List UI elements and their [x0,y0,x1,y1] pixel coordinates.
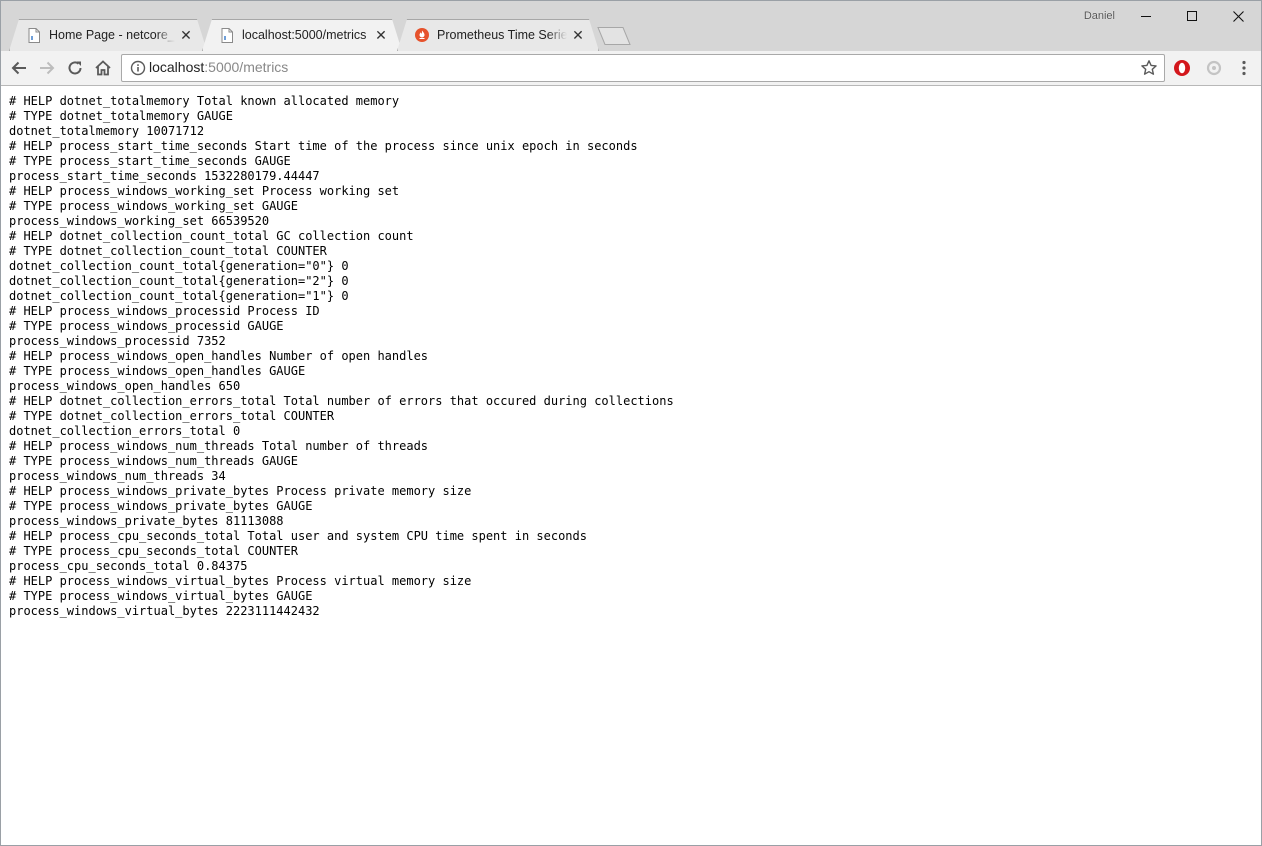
arrow-left-icon [11,61,26,75]
home-button[interactable] [91,56,115,80]
browser-window: Home Page - netcore_prometheus ✕ localho… [0,0,1262,846]
prometheus-icon [415,27,429,43]
metrics-line: process_windows_processid 7352 [9,334,226,348]
forward-button[interactable] [35,56,59,80]
metrics-line: # TYPE process_windows_private_bytes GAU… [9,499,313,513]
more-menu-icon[interactable] [1235,59,1253,77]
metrics-line: process_windows_num_threads 34 [9,469,226,483]
url-text[interactable]: localhost:5000/metrics [149,59,288,75]
close-icon [1232,10,1244,22]
browser-toolbar: localhost:5000/metrics [1,51,1261,86]
home-icon [95,60,111,76]
tab-title: Prometheus Time Series Collection and Pr… [437,28,567,42]
tab-close-icon[interactable]: ✕ [179,28,193,42]
metrics-line: # TYPE dotnet_collection_count_total COU… [9,244,327,258]
metrics-line: process_windows_virtual_bytes 2223111442… [9,604,320,618]
metrics-line: process_windows_open_handles 650 [9,379,241,393]
bookmark-star-icon[interactable] [1140,59,1158,77]
opera-extension-icon[interactable] [1173,59,1191,77]
minimize-button[interactable] [1123,1,1169,31]
metrics-line: # TYPE process_start_time_seconds GAUGE [9,154,291,168]
metrics-line: # TYPE process_cpu_seconds_total COUNTER [9,544,298,558]
metrics-line: # HELP process_windows_private_bytes Pro… [9,484,472,498]
url-path: :5000/metrics [204,59,289,75]
address-bar[interactable]: localhost:5000/metrics [121,54,1165,82]
metrics-line: # HELP process_windows_processid Process… [9,304,320,318]
back-button[interactable] [7,56,31,80]
reload-icon [68,61,82,75]
url-host: localhost [149,59,205,75]
tab-close-icon[interactable]: ✕ [571,28,585,42]
metrics-line: dotnet_totalmemory 10071712 [9,124,205,138]
arrow-right-icon [40,61,55,75]
metrics-line: process_windows_private_bytes 81113088 [9,514,284,528]
metrics-line: # HELP process_windows_working_set Proce… [9,184,400,198]
metrics-line: dotnet_collection_count_total{generation… [9,259,349,273]
tab-home-page[interactable]: Home Page - netcore_prometheus ✕ [9,19,207,51]
metrics-line: # HELP dotnet_collection_errors_total To… [9,394,674,408]
page-icon [220,27,234,43]
tab-close-icon[interactable]: ✕ [374,28,388,42]
metrics-line: # HELP process_start_time_seconds Start … [9,139,638,153]
metrics-line: # TYPE process_windows_processid GAUGE [9,319,284,333]
metrics-line: dotnet_collection_count_total{generation… [9,289,349,303]
metrics-line: # HELP dotnet_totalmemory Total known al… [9,94,400,108]
metrics-line: # HELP process_windows_num_threads Total… [9,439,429,453]
metrics-line: # TYPE dotnet_totalmemory GAUGE [9,109,233,123]
metrics-line: dotnet_collection_count_total{generation… [9,274,349,288]
maximize-button[interactable] [1169,1,1215,31]
minimize-icon [1141,16,1151,17]
info-icon[interactable] [130,60,146,76]
page-icon [27,27,41,43]
metrics-line: # HELP process_windows_open_handles Numb… [9,349,429,363]
metrics-line: # HELP process_cpu_seconds_total Total u… [9,529,587,543]
metrics-line: process_windows_working_set 66539520 [9,214,270,228]
new-tab-button[interactable] [597,27,631,45]
metrics-line: process_start_time_seconds 1532280179.44… [9,169,320,183]
metrics-line: # HELP process_windows_virtual_bytes Pro… [9,574,472,588]
metrics-line: # TYPE process_windows_working_set GAUGE [9,199,298,213]
metrics-text: # HELP dotnet_totalmemory Total known al… [9,94,1261,619]
metrics-line: process_cpu_seconds_total 0.84375 [9,559,248,573]
metrics-line: # HELP dotnet_collection_count_total GC … [9,229,414,243]
metrics-line: dotnet_collection_errors_total 0 [9,424,241,438]
title-bar: Home Page - netcore_prometheus ✕ localho… [1,1,1261,51]
maximize-icon [1187,11,1197,21]
tab-title: localhost:5000/metrics [242,28,367,42]
metrics-line: # TYPE process_windows_virtual_bytes GAU… [9,589,313,603]
close-window-button[interactable] [1215,1,1261,31]
metrics-line: # TYPE process_windows_open_handles GAUG… [9,364,306,378]
profile-name[interactable]: Daniel [1084,10,1115,22]
tab-title: Home Page - netcore_prometheus [49,28,175,42]
tab-metrics[interactable]: localhost:5000/metrics ✕ [202,19,402,51]
page-content: # HELP dotnet_totalmemory Total known al… [1,86,1261,845]
metrics-line: # TYPE process_windows_num_threads GAUGE [9,454,298,468]
reload-button[interactable] [63,56,87,80]
tab-prometheus[interactable]: Prometheus Time Series Collection and Pr… [397,19,599,51]
metrics-line: # TYPE dotnet_collection_errors_total CO… [9,409,335,423]
refresh-extension-icon[interactable] [1205,59,1223,77]
